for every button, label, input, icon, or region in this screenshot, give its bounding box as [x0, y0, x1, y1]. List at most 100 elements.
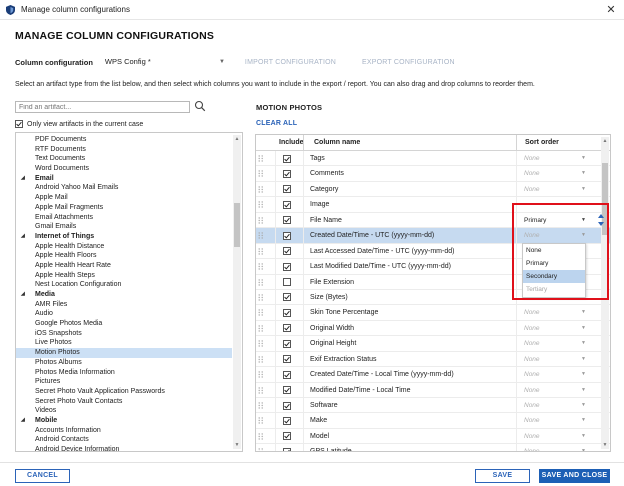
scroll-up-icon[interactable]: ▲: [233, 135, 241, 143]
artifact-group[interactable]: ◢ Media: [16, 290, 232, 300]
drag-handle-icon[interactable]: [258, 263, 264, 270]
artifact-item[interactable]: Motion Photos: [16, 348, 232, 358]
import-configuration-button[interactable]: IMPORT CONFIGURATION: [245, 59, 336, 66]
sort-option[interactable]: Secondary: [523, 270, 585, 283]
drag-handle-icon[interactable]: [258, 278, 264, 286]
drag-handle-icon[interactable]: [258, 309, 264, 317]
include-checkbox[interactable]: [283, 185, 291, 194]
artifact-item[interactable]: Google Photos Media: [16, 319, 232, 329]
collapse-triangle-icon[interactable]: ◢: [21, 174, 25, 184]
artifact-item[interactable]: Android Device Information: [16, 445, 232, 451]
artifact-item[interactable]: Photos Media Information: [16, 368, 232, 378]
sort-order-select[interactable]: None ▼: [521, 369, 589, 380]
artifact-item[interactable]: Secret Photo Vault Contacts: [16, 397, 232, 407]
close-icon[interactable]: ✕: [604, 3, 618, 17]
table-row[interactable]: Created Date/Time - Local Time (yyyy-mm-…: [256, 367, 610, 383]
artifact-item[interactable]: Apple Health Floors: [16, 251, 232, 261]
artifact-item[interactable]: PDF Documents: [16, 135, 232, 145]
drag-handle-icon[interactable]: [258, 325, 264, 332]
config-select[interactable]: WPS Config * ▼: [105, 56, 227, 68]
save-button[interactable]: SAVE: [475, 469, 530, 483]
artifact-item[interactable]: Photos Albums: [16, 358, 232, 368]
artifact-item[interactable]: Apple Health Steps: [16, 271, 232, 281]
artifact-search-input[interactable]: [15, 101, 190, 113]
table-row[interactable]: Exif Extraction Status None ▼: [256, 351, 610, 368]
collapse-triangle-icon[interactable]: ◢: [21, 416, 25, 426]
sort-option[interactable]: Primary: [523, 257, 585, 270]
sort-order-select[interactable]: None ▼: [521, 354, 589, 365]
drag-handle-icon[interactable]: [258, 417, 264, 425]
table-row[interactable]: Comments None ▼: [256, 166, 610, 182]
include-checkbox[interactable]: [283, 355, 291, 364]
sort-order-select[interactable]: None ▼: [521, 446, 589, 451]
sort-order-select[interactable]: None ▼: [521, 400, 589, 411]
table-row[interactable]: Tags None ▼: [256, 151, 610, 167]
sort-order-select[interactable]: None ▼: [521, 415, 589, 426]
artifact-item[interactable]: Android Contacts: [16, 435, 232, 445]
save-and-close-button[interactable]: SAVE AND CLOSE: [539, 469, 610, 483]
sort-order-select[interactable]: None ▼: [521, 153, 589, 164]
sort-order-select[interactable]: None ▼: [521, 431, 589, 442]
drag-handle-icon[interactable]: [258, 186, 264, 193]
include-checkbox[interactable]: [283, 339, 291, 348]
drag-handle-icon[interactable]: [258, 340, 264, 347]
table-row[interactable]: Make None ▼: [256, 413, 610, 429]
artifact-group[interactable]: ◢ Email: [16, 174, 232, 184]
scroll-down-icon[interactable]: ▼: [601, 441, 609, 449]
sort-option[interactable]: None: [523, 244, 585, 257]
drag-handle-icon[interactable]: [258, 232, 264, 239]
drag-handle-icon[interactable]: [258, 247, 264, 255]
scroll-down-icon[interactable]: ▼: [233, 441, 241, 449]
drag-handle-icon[interactable]: [258, 355, 264, 363]
artifact-item[interactable]: Audio: [16, 309, 232, 319]
drag-handle-icon[interactable]: [258, 386, 264, 394]
include-checkbox[interactable]: [283, 447, 291, 451]
artifact-item[interactable]: Gmail Emails: [16, 222, 232, 232]
artifact-item[interactable]: Nest Location Configuration: [16, 280, 232, 290]
sort-order-select[interactable]: Primary ▼: [521, 215, 589, 226]
drag-handle-icon[interactable]: [258, 217, 264, 224]
clear-all-button[interactable]: CLEAR ALL: [256, 120, 297, 127]
artifact-item[interactable]: Live Photos: [16, 338, 232, 348]
export-configuration-button[interactable]: EXPORT CONFIGURATION: [362, 59, 455, 66]
collapse-triangle-icon[interactable]: ◢: [21, 290, 25, 300]
table-row[interactable]: Modified Date/Time - Local Time None ▼: [256, 382, 610, 398]
artifact-item[interactable]: Text Documents: [16, 154, 232, 164]
table-row[interactable]: Model None ▼: [256, 428, 610, 445]
sort-order-select[interactable]: None ▼: [521, 307, 589, 318]
include-checkbox[interactable]: [283, 416, 291, 425]
table-row[interactable]: Created Date/Time - UTC (yyyy-mm-dd) None…: [256, 228, 610, 244]
sort-order-select[interactable]: None ▼: [521, 184, 589, 195]
include-checkbox[interactable]: [283, 432, 291, 441]
artifact-item[interactable]: Secret Photo Vault Application Passwords: [16, 387, 232, 397]
include-checkbox[interactable]: [283, 154, 291, 163]
table-row[interactable]: Image: [256, 197, 610, 213]
include-checkbox[interactable]: [283, 247, 291, 256]
scroll-up-icon[interactable]: ▲: [601, 137, 609, 145]
drag-handle-icon[interactable]: [258, 170, 264, 178]
table-row[interactable]: Skin Tone Percentage None ▼: [256, 305, 610, 321]
artifact-item[interactable]: Android Yahoo Mail Emails: [16, 183, 232, 193]
include-checkbox[interactable]: [283, 231, 291, 240]
table-row[interactable]: Category None ▼: [256, 181, 610, 198]
sort-order-select[interactable]: None ▼: [521, 385, 589, 396]
artifact-item[interactable]: iOS Snapshots: [16, 329, 232, 339]
drag-handle-icon[interactable]: [258, 402, 264, 409]
artifact-item[interactable]: Accounts Information: [16, 426, 232, 436]
scrollbar-thumb[interactable]: [234, 203, 240, 247]
artifact-group[interactable]: ◢ Mobile: [16, 416, 232, 426]
sort-order-select[interactable]: None ▼: [521, 230, 589, 241]
artifact-item[interactable]: Word Documents: [16, 164, 232, 174]
drag-handle-icon[interactable]: [258, 371, 264, 378]
sort-order-select[interactable]: None ▼: [521, 323, 589, 334]
sort-order-select[interactable]: None ▼: [521, 338, 589, 349]
drag-handle-icon[interactable]: [258, 201, 264, 209]
drag-handle-icon[interactable]: [258, 433, 264, 440]
column-scrollbar[interactable]: ▲ ▼: [601, 137, 609, 449]
search-icon[interactable]: [194, 100, 206, 112]
artifact-item[interactable]: Apple Mail: [16, 193, 232, 203]
artifact-item[interactable]: AMR Files: [16, 300, 232, 310]
drag-handle-icon[interactable]: [258, 448, 264, 452]
table-row[interactable]: Software None ▼: [256, 398, 610, 414]
include-checkbox[interactable]: [283, 324, 291, 333]
